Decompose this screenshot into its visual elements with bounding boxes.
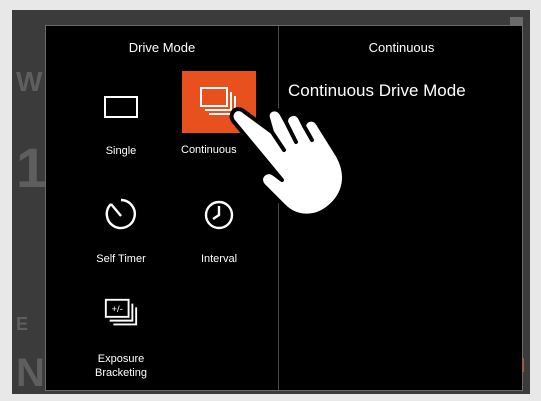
drive-option-label: Single — [105, 145, 137, 157]
drive-option-exposure-bracketing[interactable]: +/- Exposure Bracketing — [81, 296, 161, 394]
hand-pointer-icon — [229, 107, 346, 218]
bg-ghost-e: E — [16, 314, 29, 334]
bg-ghost-w: W — [16, 66, 43, 97]
drive-option-label: Interval — [200, 253, 238, 265]
bg-ghost-1: 1 — [16, 136, 48, 199]
self-timer-icon — [103, 196, 139, 232]
exposure-bracketing-icon: +/- — [103, 296, 139, 332]
single-frame-icon — [103, 88, 139, 124]
drive-option-single[interactable]: Single — [81, 88, 161, 186]
bg-ghost-n: N — [16, 351, 45, 394]
drive-option-label: Exposure Bracketing — [95, 353, 147, 379]
drive-option-label: Self Timer — [96, 253, 146, 265]
drive-mode-title: Drive Mode — [128, 40, 196, 55]
svg-text:+/-: +/- — [112, 304, 123, 315]
selected-mode-title: Continuous — [368, 40, 435, 55]
drive-option-self-timer[interactable]: Self Timer — [81, 196, 161, 294]
camera-screen: W 1 0 5 E N Drive Mode Continuous Contin… — [12, 10, 530, 394]
